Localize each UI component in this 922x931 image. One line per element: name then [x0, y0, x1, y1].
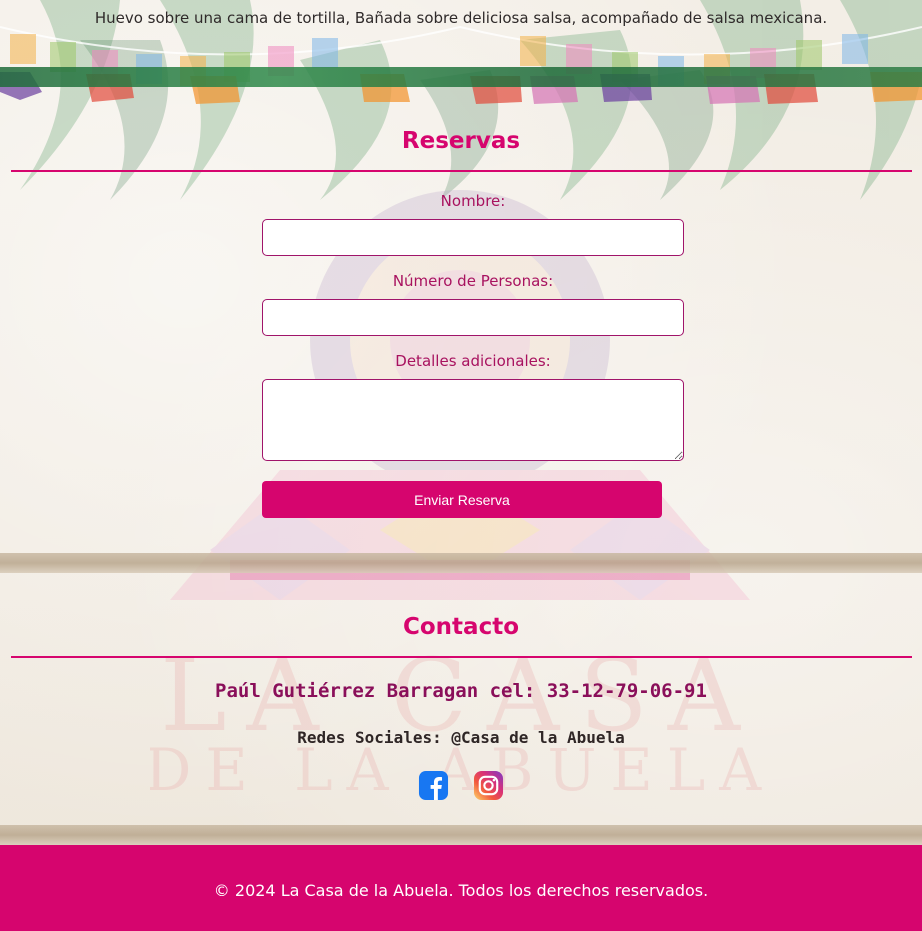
contacto-divider — [11, 656, 912, 658]
nombre-label: Nombre: — [440, 192, 506, 210]
detalles-label: Detalles adicionales: — [395, 352, 551, 370]
reservas-divider — [11, 170, 912, 172]
enviar-reserva-button[interactable]: Enviar Reserva — [262, 481, 662, 518]
detalles-textarea[interactable] — [262, 379, 684, 461]
stone-divider — [0, 825, 922, 845]
contact-name-phone: Paúl Gutiérrez Barragan cel: 33-12-79-06… — [215, 680, 707, 702]
stone-divider — [0, 553, 922, 573]
nombre-input[interactable] — [262, 219, 684, 256]
menu-item-description: Huevo sobre una cama de tortilla, Bañada… — [94, 9, 828, 27]
personas-label: Número de Personas: — [392, 272, 554, 290]
instagram-icon[interactable] — [473, 770, 504, 801]
green-garland-band — [0, 67, 922, 87]
facebook-icon[interactable] — [418, 770, 449, 801]
social-handle: Redes Sociales: @Casa de la Abuela — [297, 728, 625, 747]
personas-input[interactable] — [262, 299, 684, 336]
copyright-text: © 2024 La Casa de la Abuela. Todos los d… — [213, 881, 709, 900]
contacto-title: Contacto — [403, 614, 519, 640]
social-icons-row — [418, 770, 508, 802]
site-footer: © 2024 La Casa de la Abuela. Todos los d… — [0, 845, 922, 931]
reservas-title: Reservas — [401, 128, 521, 154]
